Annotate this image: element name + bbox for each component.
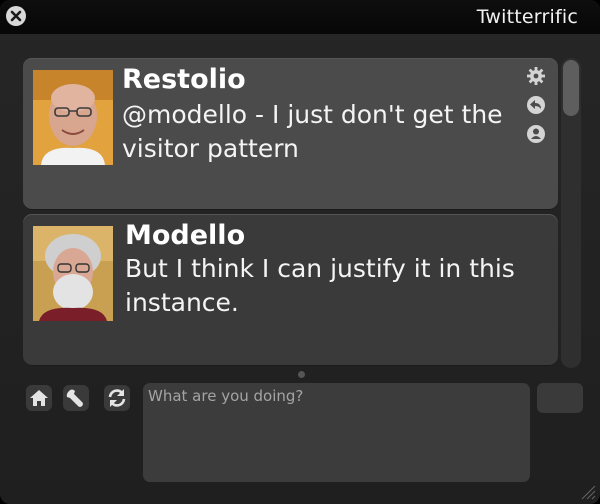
- tweet-item[interactable]: Restolio @modello - I just don't get the…: [23, 58, 558, 210]
- tweet-username[interactable]: Modello: [125, 220, 245, 251]
- refresh-button[interactable]: [104, 385, 130, 411]
- close-icon: [10, 10, 22, 22]
- tweet-username[interactable]: Restolio: [122, 64, 246, 95]
- gear-icon[interactable]: [526, 66, 546, 86]
- wrench-icon: [63, 385, 89, 411]
- resize-grip-icon: [581, 485, 596, 500]
- resize-handle[interactable]: [578, 482, 596, 500]
- title-bar[interactable]: Twitterrific: [0, 0, 600, 34]
- close-button[interactable]: [6, 6, 26, 26]
- splitter-handle[interactable]: [298, 371, 305, 378]
- avatar[interactable]: [33, 226, 113, 321]
- post-button[interactable]: [537, 383, 583, 413]
- home-button[interactable]: [26, 385, 52, 411]
- avatar[interactable]: [33, 70, 113, 165]
- window-title: Twitterrific: [476, 6, 578, 28]
- tweet-actions: [526, 66, 550, 153]
- tweet-text: But I think I can justify it in this ins…: [125, 254, 515, 317]
- scrollbar-thumb[interactable]: [563, 60, 579, 116]
- home-icon: [26, 385, 52, 411]
- reply-icon[interactable]: [526, 95, 546, 115]
- app-window: Twitterrific Restolio @modello - I just: [0, 0, 600, 504]
- profile-icon[interactable]: [526, 124, 546, 144]
- tweet-list: Restolio @modello - I just don't get the…: [23, 58, 559, 368]
- compose-input[interactable]: What are you doing?: [143, 383, 530, 482]
- tweet-text: @modello - I just don't get the visitor …: [122, 100, 503, 163]
- tweet-item[interactable]: Modello But I think I can justify it in …: [23, 214, 558, 366]
- settings-button[interactable]: [63, 385, 89, 411]
- compose-placeholder: What are you doing?: [148, 387, 304, 405]
- refresh-icon: [104, 385, 130, 411]
- scrollbar[interactable]: [561, 58, 581, 368]
